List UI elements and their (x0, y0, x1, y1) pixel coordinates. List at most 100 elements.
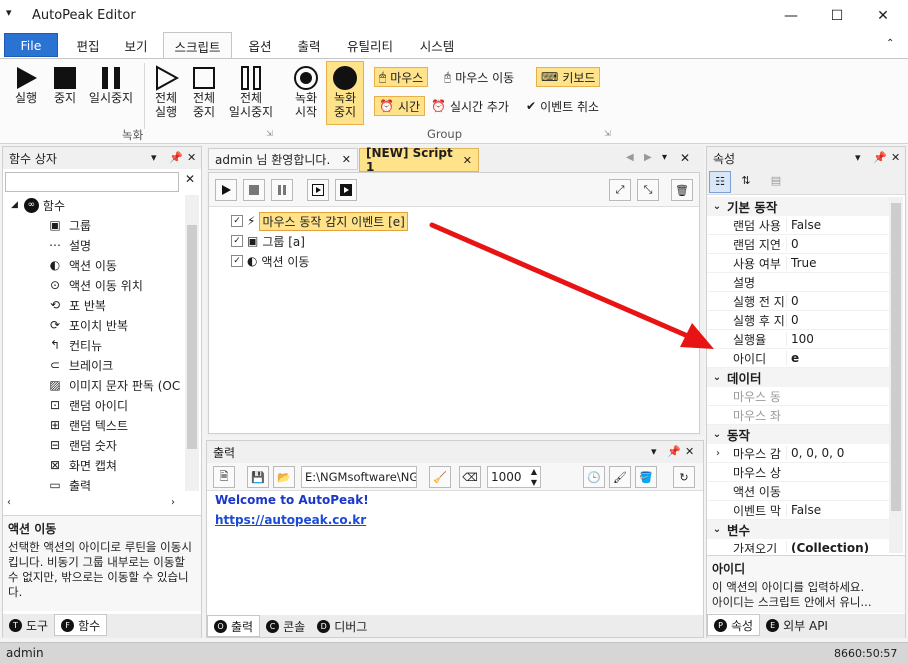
property-value[interactable]: False (786, 503, 821, 517)
property-row[interactable]: 가져오기 (Collection) (707, 539, 889, 553)
panel-menu-icon[interactable]: ▾ (651, 445, 657, 458)
scroll-right-icon[interactable]: › (171, 497, 175, 508)
fill-button[interactable]: 🪣 (635, 466, 657, 488)
property-row[interactable]: 설명 (707, 273, 889, 292)
mouse-move-toggle[interactable]: 🖰 마우스 이동 (444, 67, 514, 87)
property-value[interactable]: False (786, 218, 821, 232)
refresh-button[interactable]: ↻ (673, 466, 695, 488)
tab-console[interactable]: C 콘솔 (260, 615, 311, 637)
quick-access-icon[interactable]: ▾ (6, 6, 12, 19)
tree-root[interactable]: ◢ ∞ 함수 (3, 195, 185, 215)
tab-edit[interactable]: 편집 (66, 32, 110, 58)
function-item[interactable]: ▨ 이미지 문자 판독 (OC (3, 375, 185, 395)
property-row[interactable]: 아이디 e (707, 349, 889, 368)
delete-button[interactable]: 🗑 (671, 179, 693, 201)
property-row[interactable]: 랜덤 지연 0 (707, 235, 889, 254)
expand-all-button[interactable]: ⤢ (609, 179, 631, 201)
tab-output[interactable]: 출력 (287, 32, 331, 58)
pin-icon[interactable]: 📌 (169, 151, 183, 164)
scroll-left-icon[interactable]: ‹ (7, 497, 11, 508)
record-start-button[interactable]: 녹화 시작 (288, 65, 324, 119)
property-row[interactable]: 액션 이동 (707, 482, 889, 501)
tab-scroll-right-icon[interactable]: ▶ (644, 152, 652, 163)
property-category[interactable]: ⌄ 변수 (707, 520, 889, 539)
collapse-all-button[interactable]: ⤡ (637, 179, 659, 201)
collapse-category-icon[interactable]: ⌄ (707, 429, 727, 440)
property-row[interactable]: 사용 여부 True (707, 254, 889, 273)
property-row[interactable]: 실행 후 지0 (707, 311, 889, 330)
add-realtime-button[interactable]: ⏰ 실시간 추가 (431, 96, 509, 116)
property-value[interactable]: 100 (786, 332, 814, 346)
group-launcher-icon[interactable]: ⇲ (266, 129, 273, 138)
step-run-button[interactable] (335, 179, 357, 201)
close-tab-icon[interactable]: ✕ (342, 153, 351, 166)
stop-all-button[interactable]: 전체 중지 (186, 65, 222, 119)
scrollbar-thumb[interactable] (187, 225, 197, 449)
function-item[interactable]: ⊂ 브레이크 (3, 355, 185, 375)
tab-external-api[interactable]: E 외부 API (760, 614, 834, 636)
maximize-button[interactable]: ☐ (814, 0, 860, 32)
collapse-ribbon-icon[interactable]: ⌃ (886, 38, 894, 49)
pin-icon[interactable]: 📌 (667, 445, 681, 458)
property-value[interactable]: 0, 0, 0, 0 (786, 446, 844, 460)
property-row[interactable]: 실행율 100 (707, 330, 889, 349)
tab-script[interactable]: 스크립트 (163, 32, 232, 59)
run-button[interactable]: 실행 (8, 65, 44, 105)
close-icon[interactable]: ✕ (187, 151, 196, 164)
erase-button[interactable]: ⌫ (459, 466, 481, 488)
timestamp-button[interactable]: 🕒 (583, 466, 605, 488)
cancel-event-button[interactable]: ✔ 이벤트 취소 (526, 96, 599, 116)
script-line-event[interactable]: ✓ ⚡ 마우스 동작 감지 이벤트 [e] (231, 211, 691, 231)
property-row[interactable]: 랜덤 사용 False (707, 216, 889, 235)
categorized-button[interactable]: ☷ (709, 171, 731, 193)
website-link[interactable]: https://autopeak.co.kr (215, 513, 366, 527)
function-item[interactable]: ⊟ 랜덤 숫자 (3, 435, 185, 455)
property-value[interactable]: e (786, 351, 799, 365)
property-category[interactable]: ⌄ 기본 동작 (707, 197, 889, 216)
mouse-toggle[interactable]: 🖱 마우스 (374, 67, 429, 87)
clean-button[interactable]: 🧹 (429, 466, 451, 488)
tab-welcome[interactable]: admin 님 환영합니다. ✕ (208, 148, 358, 170)
run-script-button[interactable] (215, 179, 237, 201)
time-toggle[interactable]: ⏰ 시간 (374, 96, 426, 116)
expand-icon[interactable]: ◢ (11, 200, 18, 210)
pause-all-button[interactable]: 전체 일시중지 (224, 65, 278, 119)
property-category[interactable]: ⌄ 데이터 (707, 368, 889, 387)
line-checkbox[interactable]: ✓ (231, 235, 243, 247)
pause-button[interactable]: 일시중지 (84, 65, 138, 105)
tab-script-1[interactable]: [NEW] Script 1 ✕ (359, 146, 479, 174)
close-button[interactable]: ✕ (860, 0, 906, 32)
spinner-arrows-icon[interactable]: ▲ ▼ (531, 466, 537, 488)
function-item[interactable]: ▣ 그룹 (3, 215, 185, 235)
minimize-button[interactable]: — (768, 0, 814, 32)
tab-system[interactable]: 시스템 (412, 32, 462, 58)
property-scrollbar[interactable] (889, 197, 903, 553)
tab-tools[interactable]: T 도구 (3, 614, 54, 636)
property-row[interactable]: 마우스 상 (707, 463, 889, 482)
property-category[interactable]: ⌄ 동작 (707, 425, 889, 444)
function-item[interactable]: ⟳ 포이치 반복 (3, 315, 185, 335)
function-item[interactable]: ⋯ 설명 (3, 235, 185, 255)
tab-options[interactable]: 옵션 (238, 32, 282, 58)
script-line-group[interactable]: ✓ ▣ 그룹 [a] (231, 231, 691, 251)
property-value[interactable]: True (786, 256, 817, 270)
sort-alpha-button[interactable]: ⇅ (735, 171, 757, 193)
tab-properties[interactable]: P 속성 (707, 614, 761, 636)
group-launcher-icon-2[interactable]: ⇲ (604, 129, 611, 138)
tab-list-icon[interactable]: ▾ (662, 152, 667, 163)
script-line-move[interactable]: ✓ ◐ 액션 이동 (231, 251, 691, 271)
brush-button[interactable]: 🖌 (609, 466, 631, 488)
function-item[interactable]: ⊡ 랜덤 아이디 (3, 395, 185, 415)
property-value[interactable]: 0 (786, 237, 799, 251)
function-item[interactable]: ◐ 액션 이동 (3, 255, 185, 275)
pause-script-button[interactable] (271, 179, 293, 201)
function-search-input[interactable] (5, 172, 179, 192)
line-count-spinner[interactable]: 1000 ▲ ▼ (487, 466, 541, 488)
property-row[interactable]: 이벤트 막 False (707, 501, 889, 520)
function-item[interactable]: ⊙ 액션 이동 위치 (3, 275, 185, 295)
tab-file[interactable]: File (4, 33, 58, 57)
function-item[interactable]: ⊠ 화면 캡쳐 (3, 455, 185, 475)
close-icon[interactable]: ✕ (685, 445, 694, 458)
tab-scroll-left-icon[interactable]: ◀ (626, 152, 634, 163)
line-checkbox[interactable]: ✓ (231, 255, 243, 267)
